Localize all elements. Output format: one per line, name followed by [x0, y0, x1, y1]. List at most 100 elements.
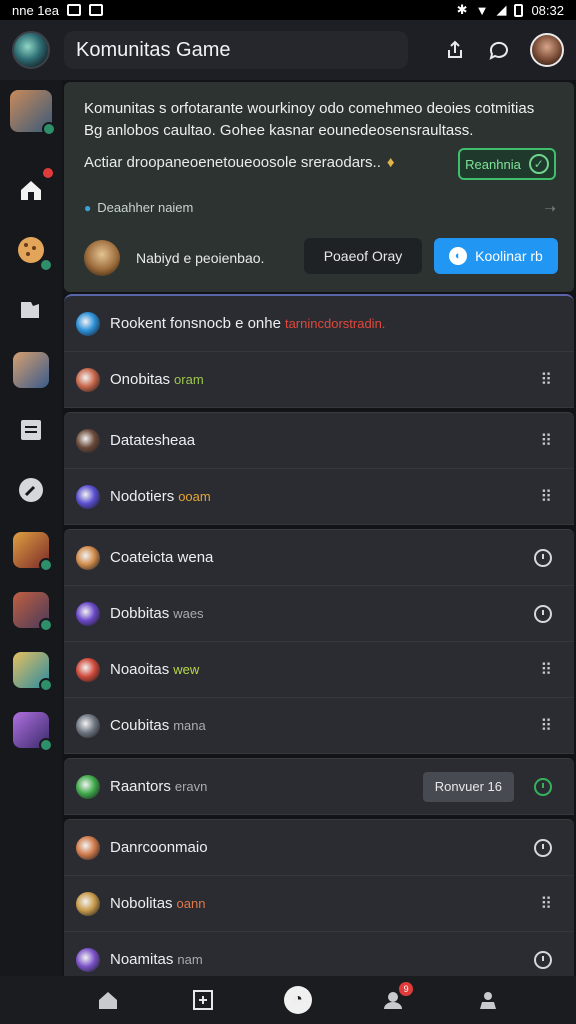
wifi-icon: ▼	[475, 2, 489, 18]
rail-home[interactable]	[13, 166, 55, 208]
channel-group: Coateicta wena Dobbitas waes Noaoitas wew ⠿ Co…	[64, 529, 574, 754]
nav-activity-icon[interactable]: ◔	[283, 986, 312, 1014]
clock-icon[interactable]	[534, 548, 552, 567]
drag-handle-icon[interactable]: ⠿	[540, 370, 552, 390]
wrench-icon	[13, 472, 49, 508]
app-header: Komunitas Game	[0, 20, 576, 80]
channel-row[interactable]: Danrcoonmaio	[64, 820, 574, 876]
clock-icon[interactable]	[534, 838, 552, 857]
channel-pill[interactable]: Ronvuer 16	[422, 771, 514, 802]
channel-icon	[76, 947, 100, 972]
channel-suffix: oann	[176, 896, 206, 911]
channel-label: Nodotiers	[110, 488, 175, 505]
drag-handle-icon[interactable]: ⠿	[540, 894, 552, 914]
welcome-subtitle: Actiar droopaneoenetoueoosole sreraodars…	[84, 154, 395, 171]
rail-avatar-4[interactable]	[13, 592, 53, 632]
status-bar: nne 1ea ✱ ▼ ◢ 08:32	[0, 0, 576, 20]
channel-row[interactable]: Noamitas nam	[64, 932, 574, 976]
channel-icon	[76, 428, 100, 453]
member-avatar	[84, 240, 120, 276]
welcome-card: Komunitas s orfotarante wourkinoy odo co…	[64, 82, 574, 292]
verified-tag-label: Reanhnia	[465, 156, 521, 172]
nav-home-icon[interactable]	[94, 986, 122, 1014]
channel-row[interactable]: Nobolitas oann ⠿	[64, 876, 574, 932]
nav-profile-icon[interactable]	[474, 986, 502, 1014]
share-icon[interactable]	[442, 37, 468, 63]
link-icon: ●	[84, 200, 92, 215]
channel-label: Noaoitas	[110, 661, 170, 678]
channel-row[interactable]: Coubitas mana ⠿	[64, 698, 574, 754]
channel-row[interactable]: Onobitas oram ⠿	[64, 352, 574, 408]
online-status-icon	[39, 738, 53, 752]
channel-row[interactable]: Nodotiers ooam ⠿	[64, 469, 574, 525]
rail-avatar-5[interactable]	[13, 652, 53, 692]
channel-row[interactable]: Noaoitas wew ⠿	[64, 642, 574, 698]
channel-label: Datatesheaa	[110, 432, 196, 449]
online-status-icon	[39, 678, 53, 692]
rail-avatar-2[interactable]	[13, 352, 49, 388]
drag-handle-icon[interactable]: ⠿	[540, 487, 552, 507]
channel-icon	[76, 484, 100, 509]
secondary-button[interactable]: Poaeof Oray	[304, 238, 422, 274]
rail-cookie[interactable]	[13, 232, 53, 272]
chat-icon[interactable]	[486, 37, 512, 63]
channel-label: Rookent fonsnocb e onhe	[110, 315, 281, 332]
rail-wrench[interactable]	[13, 472, 49, 508]
online-status-icon	[39, 618, 53, 632]
signal-icon: ◢	[496, 2, 507, 17]
channel-suffix: ooam	[178, 489, 211, 504]
status-left: nne 1ea	[12, 3, 103, 18]
channel-row[interactable]: Dobbitas waes	[64, 586, 574, 642]
channel-label: Dobbitas	[110, 605, 170, 622]
member-label: Nabiyd e peoienbao.	[136, 250, 265, 266]
clock-icon[interactable]	[534, 777, 552, 796]
app-logo[interactable]	[12, 31, 50, 69]
channel-label: Nobolitas	[110, 895, 173, 912]
channel-row[interactable]: Rookent fonsnocb e onhe tarnincdorstradin…	[64, 296, 574, 352]
drag-handle-icon[interactable]: ⠿	[540, 716, 552, 736]
clock-icon[interactable]	[534, 950, 552, 969]
hero-link[interactable]: ● Deaahher naiem	[84, 200, 193, 215]
channel-icon	[76, 545, 100, 570]
rail-puzzle[interactable]	[13, 292, 49, 328]
puzzle-icon	[13, 292, 49, 328]
status-time: 08:32	[531, 2, 564, 18]
channel-group: Datatesheaa ⠿ Nodotiers ooam ⠿	[64, 412, 574, 525]
channel-suffix: oram	[174, 372, 204, 387]
main-content: Komunitas s orfotarante wourkinoy odo co…	[62, 80, 576, 976]
notification-count-badge: 9	[399, 982, 414, 996]
channel-list: Rookent fonsnocb e onhe tarnincdorstradin…	[62, 294, 576, 976]
primary-button[interactable]: ◐ Koolinar rb	[434, 238, 558, 274]
channel-row[interactable]: Coateicta wena	[64, 530, 574, 586]
welcome-text: Komunitas s orfotarante wourkinoy odo co…	[84, 100, 535, 139]
clock-icon[interactable]	[534, 604, 552, 623]
drag-handle-icon[interactable]: ⠿	[540, 431, 552, 451]
channel-icon	[76, 713, 100, 738]
status-left-text: nne 1ea	[12, 2, 59, 18]
rail-calendar[interactable]	[13, 412, 49, 448]
page-title[interactable]: Komunitas Game	[64, 31, 408, 69]
sparkle-icon: ♦	[386, 154, 395, 171]
server-rail	[0, 80, 62, 976]
rail-avatar-top[interactable]	[10, 90, 56, 136]
nav-notifications-icon[interactable]: 9	[379, 982, 414, 1014]
channel-icon	[76, 891, 100, 916]
calendar-icon	[13, 412, 49, 448]
bottom-nav: ◔ 9	[0, 976, 576, 1024]
channel-icon	[76, 367, 100, 392]
bluetooth-icon: ✱	[456, 2, 468, 17]
online-status-icon	[39, 258, 53, 272]
verified-tag[interactable]: Reanhnia ✓	[458, 148, 556, 180]
arrow-right-icon[interactable]: ➝	[544, 200, 556, 217]
battery-icon	[514, 3, 524, 17]
nav-calendar-icon[interactable]	[189, 986, 217, 1014]
rail-avatar-6[interactable]	[13, 712, 53, 752]
welcome-subtitle-text: Actiar droopaneoenetoueoosole sreraodars…	[84, 154, 381, 171]
channel-row[interactable]: Raantors eravn Ronvuer 16	[64, 759, 574, 815]
profile-avatar[interactable]	[530, 33, 564, 67]
channel-icon	[76, 774, 100, 799]
rail-avatar-3[interactable]	[13, 532, 53, 572]
play-icon: ◐	[449, 247, 468, 265]
drag-handle-icon[interactable]: ⠿	[540, 660, 552, 680]
channel-row[interactable]: Datatesheaa ⠿	[64, 413, 574, 469]
